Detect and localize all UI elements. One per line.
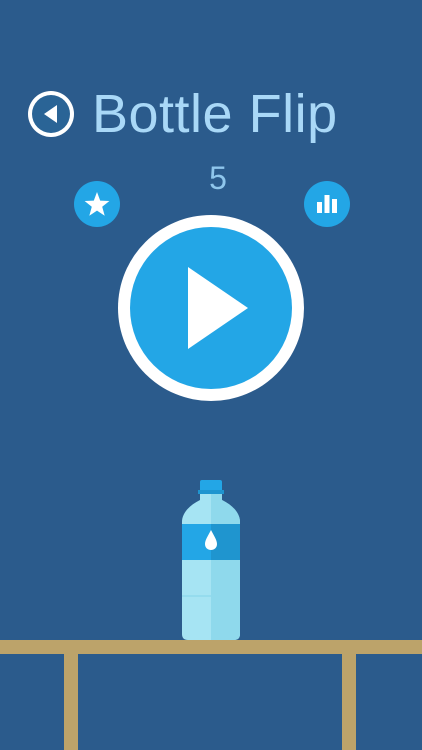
game-screen: Bottle Flip 5: [0, 0, 422, 750]
play-icon: [188, 267, 248, 349]
table-top: [0, 640, 422, 654]
bar-chart-icon: [317, 195, 337, 213]
table-leg-right: [342, 654, 356, 750]
table-leg-left: [64, 654, 78, 750]
leaderboard-button[interactable]: [304, 181, 350, 227]
score-display: 5: [209, 160, 227, 196]
game-title: Bottle Flip: [92, 84, 338, 144]
back-button[interactable]: [28, 91, 74, 137]
bottle-cap-ring: [198, 490, 224, 494]
play-button-inner: [130, 227, 292, 389]
play-button[interactable]: [118, 215, 304, 401]
star-icon: [84, 192, 110, 216]
back-arrow-icon: [44, 105, 57, 123]
rate-button[interactable]: [74, 181, 120, 227]
water-bottle: [182, 480, 240, 640]
bottle-body-shade: [211, 494, 240, 640]
